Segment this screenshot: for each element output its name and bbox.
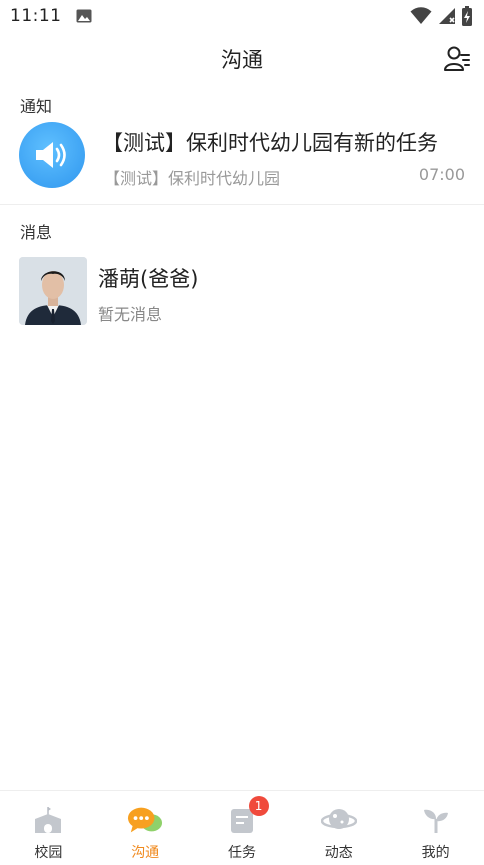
tab-feed[interactable]: 动态 bbox=[290, 791, 387, 865]
avatar bbox=[19, 257, 87, 325]
tab-mine[interactable]: 我的 bbox=[387, 791, 484, 865]
notice-subtitle: 【测试】保利时代幼儿园 bbox=[104, 169, 281, 188]
contacts-icon bbox=[444, 46, 470, 71]
notice-time: 07:00 bbox=[418, 165, 465, 184]
tab-label-school: 校园 bbox=[34, 845, 63, 861]
tab-chat[interactable]: 沟通 bbox=[97, 791, 194, 865]
battery-icon bbox=[462, 6, 472, 26]
tab-label-chat: 沟通 bbox=[131, 845, 160, 861]
contact-name: 潘萌(爸爸) bbox=[98, 267, 199, 291]
chat-icon bbox=[127, 803, 163, 837]
page-title: 沟通 bbox=[221, 48, 263, 72]
section-label-notice: 通知 bbox=[20, 97, 53, 116]
app-header: 沟通 bbox=[0, 32, 484, 86]
bottom-tab-bar: 校园 沟通 1 任务 动态 我的 bbox=[0, 790, 484, 865]
image-notification-icon bbox=[76, 9, 91, 23]
tab-label-tasks: 任务 bbox=[227, 845, 256, 861]
message-preview: 暂无消息 bbox=[98, 305, 163, 324]
notice-list-item[interactable]: 【测试】保利时代幼儿园有新的任务 【测试】保利时代幼儿园 07:00 bbox=[0, 115, 484, 203]
tab-school[interactable]: 校园 bbox=[0, 791, 97, 865]
message-list-item[interactable]: 潘萌(爸爸) 暂无消息 bbox=[0, 250, 484, 330]
signal-icon bbox=[439, 8, 455, 24]
school-icon bbox=[30, 803, 66, 837]
speaker-icon bbox=[36, 142, 66, 168]
status-time: 11:11 bbox=[10, 6, 62, 26]
planet-icon bbox=[320, 803, 357, 837]
contacts-button[interactable] bbox=[442, 44, 472, 74]
tab-tasks[interactable]: 1 任务 bbox=[194, 791, 291, 865]
section-label-messages: 消息 bbox=[20, 223, 53, 242]
section-divider bbox=[0, 204, 484, 205]
wifi-icon bbox=[410, 7, 432, 24]
avatar-photo bbox=[19, 257, 87, 325]
notice-avatar bbox=[19, 122, 85, 188]
tab-label-feed: 动态 bbox=[324, 845, 353, 861]
notice-title: 【测试】保利时代幼儿园有新的任务 bbox=[102, 131, 438, 155]
task-count-badge: 1 bbox=[248, 796, 269, 816]
status-bar: 11:11 bbox=[0, 0, 484, 32]
tab-label-mine: 我的 bbox=[421, 845, 450, 861]
sprout-icon bbox=[418, 803, 454, 837]
